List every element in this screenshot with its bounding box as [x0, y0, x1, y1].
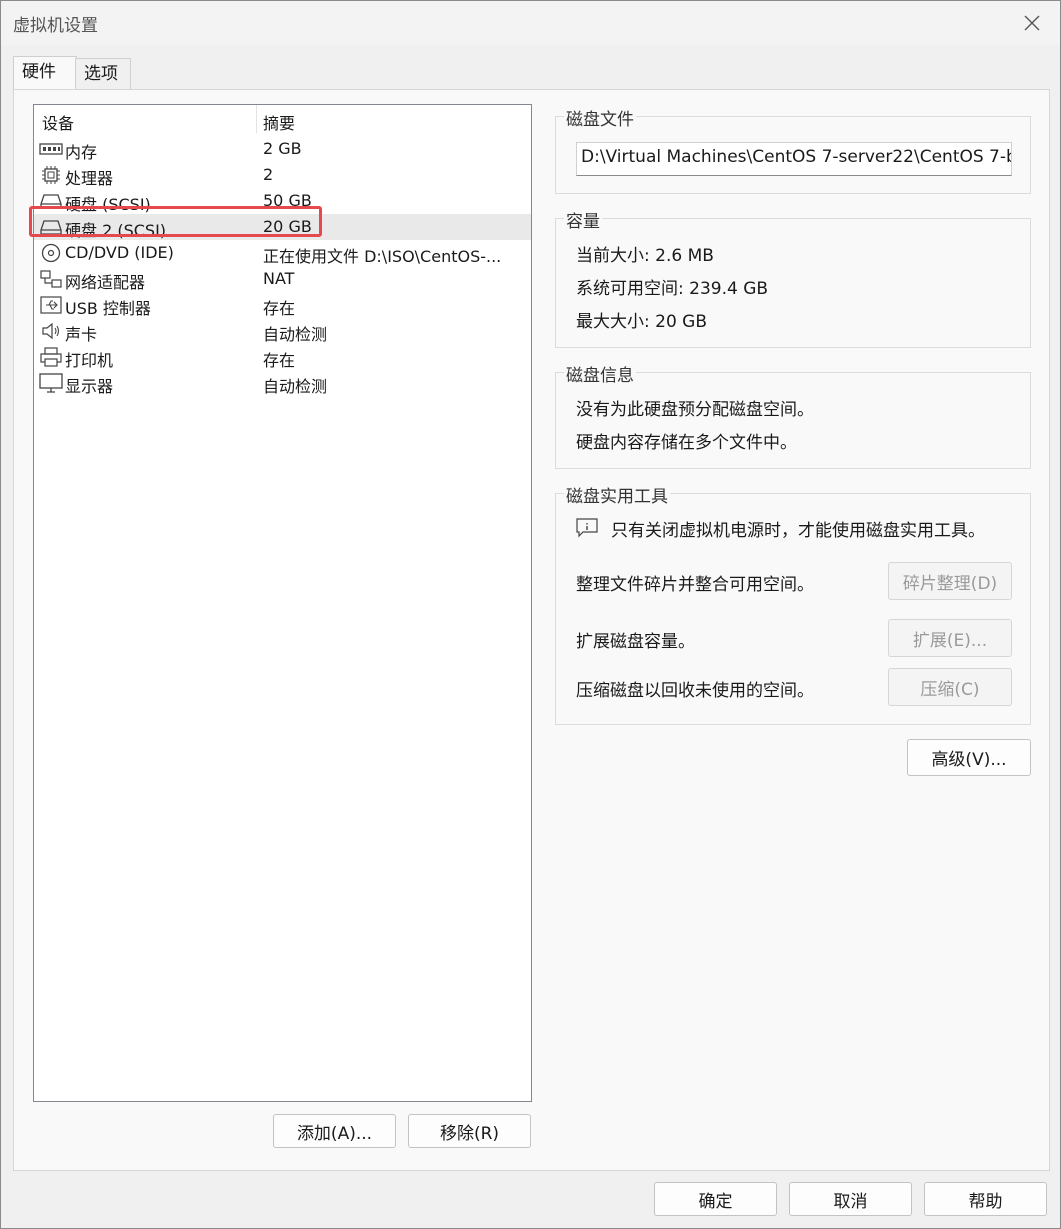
- header-summary[interactable]: 摘要: [263, 110, 295, 134]
- disk-info-title: 磁盘信息: [564, 361, 636, 386]
- compact-button[interactable]: 压缩(C): [888, 668, 1012, 706]
- tab-hardware[interactable]: 硬件: [13, 56, 77, 89]
- help-button[interactable]: 帮助: [924, 1182, 1047, 1216]
- vm-settings-window: 虚拟机设置 硬件 选项 设备 摘要 内存 2 GB 处理器 2 硬盘 (SCSI…: [0, 0, 1061, 1229]
- defragment-button[interactable]: 碎片整理(D): [888, 562, 1012, 600]
- window-title: 虚拟机设置: [13, 16, 98, 36]
- compact-description: 压缩磁盘以回收未使用的空间。: [576, 681, 814, 701]
- device-name: 网络适配器: [65, 273, 146, 292]
- close-icon: [1024, 15, 1040, 31]
- device-row-printer[interactable]: 打印机 存在: [34, 344, 531, 370]
- processor-icon: [42, 166, 60, 184]
- info-icon: [576, 518, 598, 538]
- hardware-tab-pane: 设备 摘要 内存 2 GB 处理器 2 硬盘 (SCSI) 50 GB 硬盘 2…: [13, 89, 1050, 1171]
- device-row-display[interactable]: 显示器 自动检测: [34, 370, 531, 396]
- device-name: CD/DVD (IDE): [65, 243, 174, 262]
- device-summary: 2: [263, 165, 274, 184]
- device-summary: 50 GB: [263, 191, 312, 210]
- disk-file-group: 磁盘文件 D:\Virtual Machines\CentOS 7-server…: [555, 105, 1031, 194]
- device-summary: 存在: [263, 351, 296, 370]
- disk-info-line: 没有为此硬盘预分配磁盘空间。: [576, 400, 814, 420]
- available-space-label: 系统可用空间:: [576, 279, 684, 299]
- device-name: 硬盘 2 (SCSI): [65, 221, 167, 240]
- capacity-group: 容量 当前大小: 2.6 MB 系统可用空间: 239.4 GB 最大大小: 2…: [555, 207, 1031, 348]
- cd-dvd-icon: [41, 243, 61, 263]
- disk-info-group: 磁盘信息 没有为此硬盘预分配磁盘空间。 硬盘内容存储在多个文件中。: [555, 361, 1031, 469]
- header-device[interactable]: 设备: [42, 110, 74, 134]
- device-name: 打印机: [65, 351, 114, 370]
- cancel-button[interactable]: 取消: [789, 1182, 912, 1216]
- network-adapter-icon: [40, 270, 62, 288]
- expand-button[interactable]: 扩展(E)...: [888, 619, 1012, 657]
- device-name: 处理器: [65, 169, 114, 188]
- defrag-description: 整理文件碎片并整合可用空间。: [576, 575, 814, 595]
- device-summary: 20 GB: [263, 217, 312, 236]
- close-button[interactable]: [1014, 5, 1050, 41]
- device-summary: 存在: [263, 299, 296, 318]
- device-summary: 自动检测: [263, 325, 328, 344]
- ok-button[interactable]: 确定: [654, 1182, 777, 1216]
- available-space-value: 239.4 GB: [689, 279, 769, 299]
- speaker-icon: [42, 322, 60, 340]
- max-size-value: 20 GB: [655, 312, 708, 332]
- disk-info-line: 硬盘内容存储在多个文件中。: [576, 433, 797, 453]
- current-size-value: 2.6 MB: [655, 246, 714, 266]
- device-name: 显示器: [65, 377, 114, 396]
- disk-utilities-group: 磁盘实用工具 只有关闭虚拟机电源时，才能使用磁盘实用工具。 整理文件碎片并整合可…: [555, 482, 1031, 725]
- advanced-button[interactable]: 高级(V)...: [907, 739, 1031, 776]
- max-size-label: 最大大小:: [576, 312, 650, 332]
- device-row-network-adapter[interactable]: 网络适配器 NAT: [34, 266, 531, 292]
- device-list-header: 设备 摘要: [34, 105, 531, 133]
- add-device-button[interactable]: 添加(A)...: [273, 1114, 396, 1148]
- device-summary: NAT: [263, 269, 295, 288]
- printer-icon: [40, 347, 62, 367]
- device-name: 内存: [65, 143, 98, 162]
- device-summary: 正在使用文件 D:\ISO\CentOS-...: [263, 247, 502, 266]
- expand-description: 扩展磁盘容量。: [576, 632, 695, 652]
- device-row-cd-dvd[interactable]: CD/DVD (IDE) 正在使用文件 D:\ISO\CentOS-...: [34, 240, 531, 266]
- title-bar: 虚拟机设置: [1, 1, 1060, 45]
- capacity-title: 容量: [564, 207, 602, 232]
- device-row-usb-controller[interactable]: USB 控制器 存在: [34, 292, 531, 318]
- device-list[interactable]: 设备 摘要 内存 2 GB 处理器 2 硬盘 (SCSI) 50 GB 硬盘 2…: [33, 104, 532, 1102]
- remove-device-button[interactable]: 移除(R): [408, 1114, 531, 1148]
- power-off-notice: 只有关闭虚拟机电源时，才能使用磁盘实用工具。: [611, 521, 985, 541]
- disk-file-path-field[interactable]: D:\Virtual Machines\CentOS 7-server22\Ce…: [576, 142, 1012, 176]
- device-row-hard-disk-2[interactable]: 硬盘 2 (SCSI) 20 GB: [34, 214, 531, 240]
- disk-utilities-title: 磁盘实用工具: [564, 482, 670, 507]
- device-summary: 自动检测: [263, 377, 328, 396]
- memory-icon: [39, 143, 63, 155]
- monitor-icon: [39, 373, 63, 393]
- usb-icon: [40, 296, 62, 314]
- device-name: 声卡: [65, 325, 98, 344]
- device-row-hard-disk[interactable]: 硬盘 (SCSI) 50 GB: [34, 188, 531, 214]
- device-name: 硬盘 (SCSI): [65, 195, 151, 214]
- header-divider[interactable]: [256, 105, 257, 133]
- current-size: 当前大小: 2.6 MB: [576, 241, 714, 266]
- device-summary: 2 GB: [263, 139, 302, 158]
- disk-file-title: 磁盘文件: [564, 105, 636, 130]
- device-name: USB 控制器: [65, 299, 151, 318]
- available-space: 系统可用空间: 239.4 GB: [576, 274, 768, 299]
- tab-options[interactable]: 选项: [75, 58, 131, 89]
- hard-disk-icon: [40, 194, 62, 209]
- hard-disk-icon: [40, 220, 62, 235]
- device-row-memory[interactable]: 内存 2 GB: [34, 136, 531, 162]
- current-size-label: 当前大小:: [576, 246, 650, 266]
- device-row-sound-card[interactable]: 声卡 自动检测: [34, 318, 531, 344]
- device-row-processor[interactable]: 处理器 2: [34, 162, 531, 188]
- max-size: 最大大小: 20 GB: [576, 307, 707, 332]
